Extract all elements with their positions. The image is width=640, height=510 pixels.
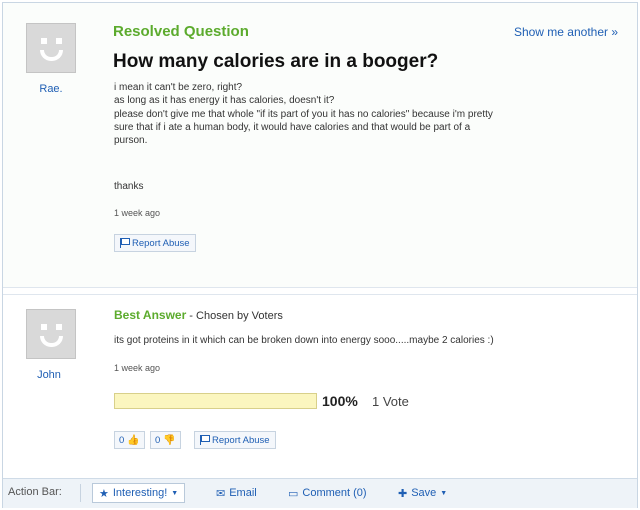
flag-icon — [200, 435, 210, 445]
thumbs-up-button[interactable]: 0 👍 — [114, 431, 145, 449]
thumbs-down-count: 0 — [155, 434, 161, 446]
email-label: Email — [229, 487, 257, 499]
report-abuse-label: Report Abuse — [212, 434, 270, 446]
chevron-down-icon: ▼ — [440, 489, 448, 497]
vote-count: 1 Vote — [372, 394, 409, 409]
question-timestamp: 1 week ago — [114, 208, 161, 218]
question-line: sure that if i ate a human body, it woul… — [114, 121, 471, 133]
show-another-link[interactable]: Show me another » — [514, 25, 618, 39]
avatar-mouth — [40, 50, 63, 61]
question-line: please don't give me that whole "if its … — [114, 108, 493, 120]
avatar-eye — [56, 38, 62, 44]
star-icon: ★ — [99, 487, 109, 500]
question-line: purson. — [114, 135, 148, 147]
question-line: as long as it has energy it has calories… — [114, 95, 335, 107]
best-answer-label: Best Answer — [114, 308, 187, 322]
avatar-eye — [41, 324, 47, 330]
question-line: i mean it can't be zero, right? — [114, 82, 243, 93]
answer-timestamp: 1 week ago — [114, 363, 161, 373]
comment-label: Comment (0) — [302, 487, 367, 499]
comment-icon: ▭ — [288, 487, 299, 500]
email-button[interactable]: ✉ Email — [210, 483, 263, 503]
answer-report-abuse-button[interactable]: Report Abuse — [194, 431, 276, 449]
interesting-label: Interesting! — [112, 487, 168, 499]
vote-progress-fill — [115, 394, 316, 408]
save-label: Save — [411, 487, 437, 499]
asker-name[interactable]: Rae. — [21, 83, 81, 95]
best-answer-heading: Best Answer - Chosen by Voters — [114, 308, 283, 322]
vote-percent: 100% — [322, 393, 358, 409]
comment-button[interactable]: ▭ Comment (0) — [282, 483, 373, 503]
answerer-name[interactable]: John — [19, 369, 79, 381]
thumbs-up-count: 0 — [119, 434, 125, 446]
question-report-abuse-button[interactable]: Report Abuse — [114, 234, 196, 252]
avatar-eye — [41, 38, 47, 44]
action-bar-divider — [80, 484, 81, 502]
answer-panel — [3, 294, 637, 464]
action-bar-label: Action Bar: — [8, 486, 62, 498]
avatar-mouth — [40, 336, 63, 347]
thumbs-down-button[interactable]: 0 👎 — [150, 431, 181, 449]
vote-progress-bar — [114, 393, 317, 409]
question-body: i mean it can't be zero, right? as long … — [114, 81, 624, 147]
interesting-button[interactable]: ★ Interesting! ▼ — [92, 483, 186, 503]
save-button[interactable]: ✚ Save ▼ — [392, 483, 453, 503]
question-title: How many calories are in a booger? — [113, 51, 439, 72]
save-icon: ✚ — [398, 487, 408, 500]
avatar-eye — [56, 324, 62, 330]
question-thanks: thanks — [114, 181, 144, 192]
thumbs-down-icon: 👎 — [163, 434, 176, 446]
report-abuse-label: Report Abuse — [132, 237, 190, 249]
chosen-by-label: - Chosen by Voters — [186, 310, 283, 322]
answer-body: its got proteins in it which can be brok… — [114, 335, 494, 346]
question-status: Resolved Question — [113, 23, 249, 40]
answerer-avatar[interactable] — [26, 309, 76, 359]
envelope-icon: ✉ — [216, 487, 226, 500]
thumbs-up-icon: 👍 — [127, 434, 140, 446]
chevron-down-icon: ▼ — [171, 489, 179, 497]
asker-avatar[interactable] — [26, 23, 76, 73]
flag-icon — [120, 238, 130, 248]
